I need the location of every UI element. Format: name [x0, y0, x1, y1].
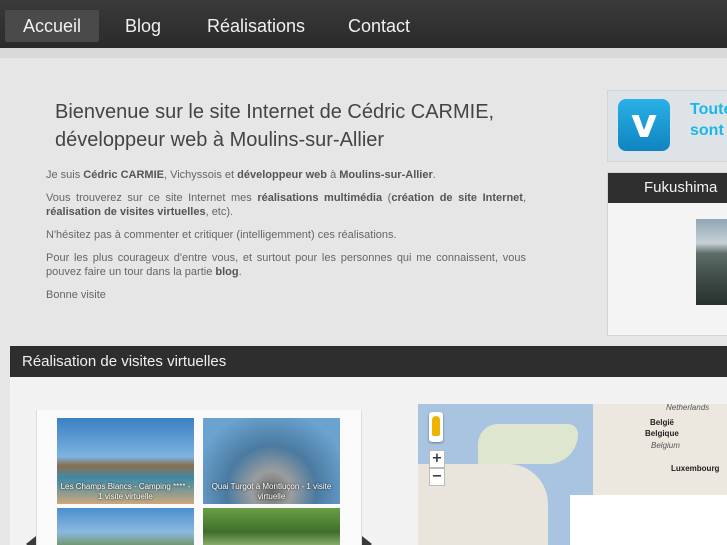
nav-item-contact[interactable]: Contact	[330, 10, 428, 42]
intro-paragraph-4: Pour les plus courageux d'entre vous, et…	[46, 251, 526, 279]
text: Je suis	[46, 169, 84, 181]
text: .	[432, 169, 436, 181]
vimeo-text: Toute sont	[690, 99, 727, 141]
intro-paragraph-5: Bonne visite	[46, 289, 106, 301]
name-highlight: Cédric CARMIE	[83, 169, 164, 181]
street-view-pegman-icon[interactable]	[429, 412, 443, 442]
vimeo-icon: v	[618, 99, 670, 151]
page-title-line-2: développeur web à Moulins-sur-Allier	[55, 129, 385, 151]
fukushima-panel: Fukushima	[607, 172, 727, 336]
realisations-highlight: réalisations multimédia	[257, 192, 383, 204]
nav-divider	[0, 48, 727, 58]
text: (	[382, 192, 392, 204]
city-highlight: Moulins-sur-Allier	[339, 169, 433, 181]
blog-link[interactable]: blog	[215, 266, 238, 278]
map-label-belgie: België	[650, 418, 675, 427]
text: , etc).	[205, 206, 234, 218]
vimeo-text-line-2: sont	[690, 122, 724, 139]
map-label-belgique: Belgique	[645, 429, 679, 438]
text: Vous trouverez sur ce site Internet mes	[46, 192, 258, 204]
virtual-tour-thumbnail[interactable]	[203, 508, 340, 545]
intro-paragraph-1: Je suis Cédric CARMIE, Vichyssois et dév…	[46, 168, 526, 182]
job-highlight: développeur web	[237, 169, 328, 181]
text: .	[238, 266, 242, 278]
intro-paragraph-3: N'hésitez pas à commenter et critiquer (…	[46, 229, 397, 241]
map-land	[478, 424, 578, 464]
realisations-section-title: Réalisation de visites virtuelles	[10, 346, 727, 377]
fukushima-video-thumbnail[interactable]	[696, 219, 727, 305]
virtual-tour-thumbnail-quai-turgot[interactable]: Quai Turgot à Montluçon - 1 visite virtu…	[203, 418, 340, 504]
text: Pour les plus courageux d'entre vous, et…	[46, 252, 526, 278]
intro-text: Je suis Cédric CARMIE, Vichyssois et dév…	[46, 168, 526, 311]
virtual-tour-thumbnail-champs-blancs[interactable]: Les Champs Blancs - Camping **** - 1 vis…	[57, 418, 194, 504]
map-label-luxembourg: Luxembourg	[671, 464, 720, 473]
top-navigation: Accueil Blog Réalisations Contact	[0, 0, 727, 48]
vimeo-text-line-1: Toute	[690, 101, 727, 118]
intro-paragraph-2: Vous trouverez sur ce site Internet mes …	[46, 191, 526, 219]
thumbnail-caption: Quai Turgot à Montluçon - 1 visite virtu…	[211, 482, 332, 501]
map-info-overlay	[570, 495, 727, 545]
page-title-line-1: Bienvenue sur le site Internet de Cédric…	[55, 101, 495, 123]
fukushima-title: Fukushima	[608, 173, 727, 203]
map[interactable]: Netherlands België Belgique Belgium Luxe…	[418, 404, 727, 545]
vimeo-banner[interactable]: v Toute sont	[607, 90, 727, 162]
nav-item-blog[interactable]: Blog	[107, 10, 179, 42]
gallery-next-arrow-icon[interactable]	[362, 536, 372, 545]
virtual-tours-highlight: réalisation de visites virtuelles	[46, 206, 206, 218]
thumbnail-caption: Les Champs Blancs - Camping **** - 1 vis…	[60, 482, 191, 501]
nav-item-realisations[interactable]: Réalisations	[189, 10, 323, 42]
page-title: Bienvenue sur le site Internet de Cédric…	[55, 98, 525, 154]
gallery-prev-arrow-icon[interactable]	[26, 536, 36, 545]
map-label-belgium: Belgium	[651, 441, 680, 450]
text: , Vichyssois et	[163, 169, 238, 181]
virtual-tour-thumbnail[interactable]	[57, 508, 194, 545]
text: ,	[522, 192, 527, 204]
map-label-netherlands: Netherlands	[666, 404, 710, 412]
zoom-out-button[interactable]: −	[429, 468, 445, 486]
website-creation-highlight: création de site Internet	[391, 192, 523, 204]
nav-item-accueil[interactable]: Accueil	[5, 10, 100, 42]
zoom-in-button[interactable]: +	[429, 450, 445, 468]
text: à	[327, 169, 340, 181]
